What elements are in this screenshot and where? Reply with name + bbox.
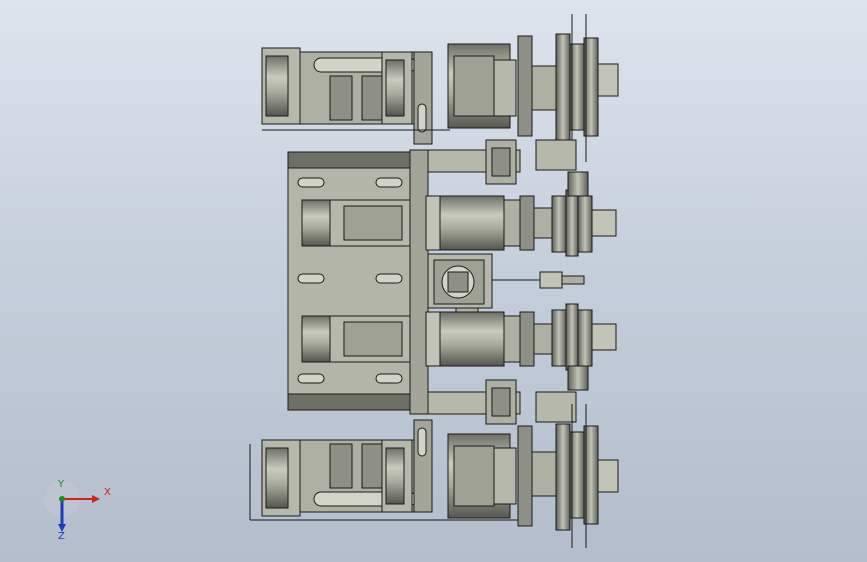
x-arrow-head bbox=[92, 495, 100, 503]
x-axis-label: X bbox=[104, 487, 111, 498]
y-axis-dot bbox=[59, 496, 65, 502]
mechanism-model[interactable] bbox=[0, 0, 867, 562]
cad-viewport[interactable]: X Y Z bbox=[0, 0, 867, 562]
lower-wheel-module bbox=[249, 404, 619, 548]
upper-drive-motor bbox=[301, 189, 617, 257]
coordinate-triad: X Y Z bbox=[40, 478, 120, 548]
y-axis-label: Y bbox=[58, 479, 65, 490]
z-axis-label: Z bbox=[58, 531, 65, 542]
